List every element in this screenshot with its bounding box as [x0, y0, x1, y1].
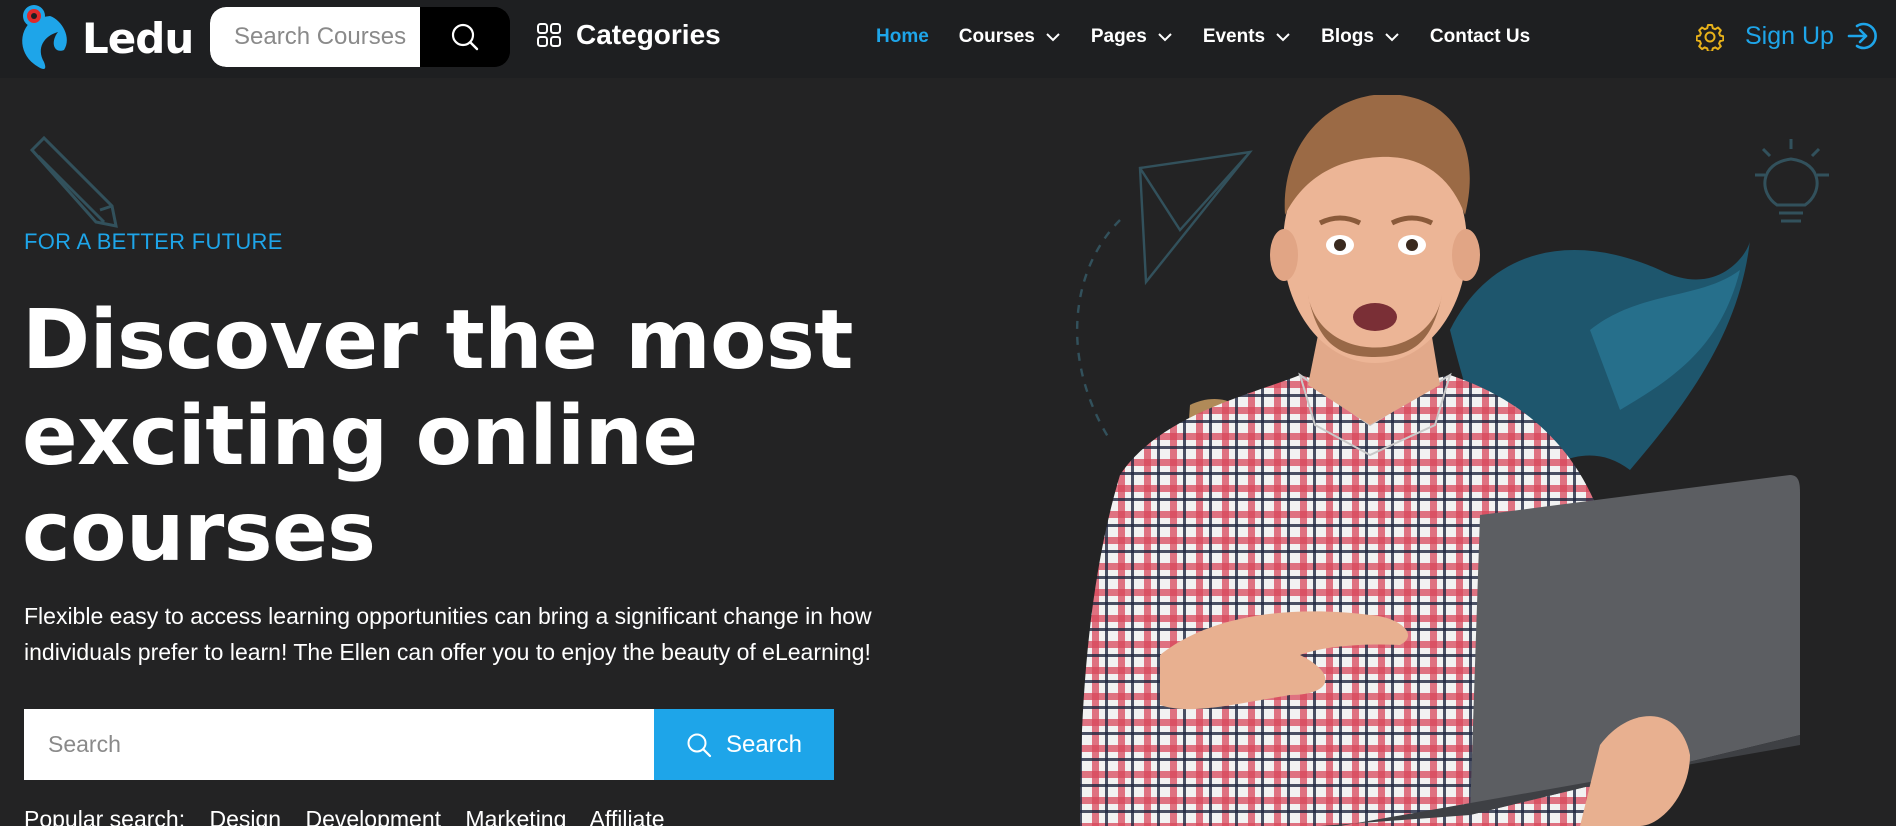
categories-menu[interactable]: Categories [536, 19, 721, 51]
header-search-button[interactable] [420, 7, 510, 67]
site-header: Ledu Categories Home Courses Pages [0, 0, 1896, 78]
nav-item-courses[interactable]: Courses [959, 26, 1061, 48]
gear-icon[interactable] [1696, 23, 1724, 51]
logo-mark-icon [22, 5, 67, 69]
nav-item-label: Courses [958, 26, 1035, 47]
hero-headline: Discover the most exciting online course… [22, 293, 854, 580]
nav-item-label: Contact Us [1429, 26, 1531, 47]
sign-in-icon [1847, 22, 1877, 50]
grid-icon [537, 23, 561, 47]
nav-item-label: Events [1202, 26, 1266, 47]
hero-search-input[interactable] [24, 709, 654, 780]
popular-tag[interactable]: Affiliate [590, 806, 665, 826]
nav-item-label: Pages [1090, 26, 1147, 47]
hero-search: Search [24, 709, 834, 780]
popular-tag[interactable]: Marketing [465, 806, 566, 826]
hero-subtext: Flexible easy to access learning opportu… [24, 603, 872, 665]
hero-eyebrow: FOR A BETTER FUTURE [24, 229, 283, 254]
nav-item-label: Home [876, 26, 929, 47]
chevron-down-icon [1276, 33, 1290, 42]
search-icon [687, 733, 712, 757]
site-logo[interactable]: Ledu [14, 2, 194, 74]
sign-up-button[interactable]: Sign Up [1745, 20, 1878, 52]
hero-student-image [1080, 95, 1800, 826]
hero-search-button-label: Search [725, 730, 803, 758]
nav-item-blogs[interactable]: Blogs [1321, 26, 1400, 48]
nav-item-events[interactable]: Events [1203, 26, 1291, 48]
popular-tag[interactable]: Development [305, 806, 441, 826]
nav-item-pages[interactable]: Pages [1091, 26, 1173, 48]
popular-tag[interactable]: Design [209, 806, 281, 826]
chevron-down-icon [1385, 33, 1399, 42]
nav-item-label: Blogs [1321, 26, 1374, 47]
chevron-down-icon [1158, 33, 1172, 42]
logo-text: Ledu [82, 13, 194, 63]
nav-item-home[interactable]: Home [876, 26, 929, 48]
chevron-down-icon [1046, 33, 1060, 42]
main-nav: Home Courses Pages Events Blogs Contact … [876, 26, 1560, 48]
hero-search-button[interactable]: Search [654, 709, 834, 780]
pencil-icon [29, 135, 118, 228]
popular-searches: Popular search: Design Development Marke… [24, 806, 683, 826]
sign-up-label: Sign Up [1745, 21, 1834, 50]
popular-searches-label: Popular search: [24, 806, 186, 826]
header-search [210, 7, 510, 67]
categories-label: Categories [576, 19, 721, 50]
search-icon [451, 23, 479, 51]
nav-item-contact[interactable]: Contact Us [1430, 26, 1530, 48]
header-search-input[interactable] [210, 7, 420, 67]
